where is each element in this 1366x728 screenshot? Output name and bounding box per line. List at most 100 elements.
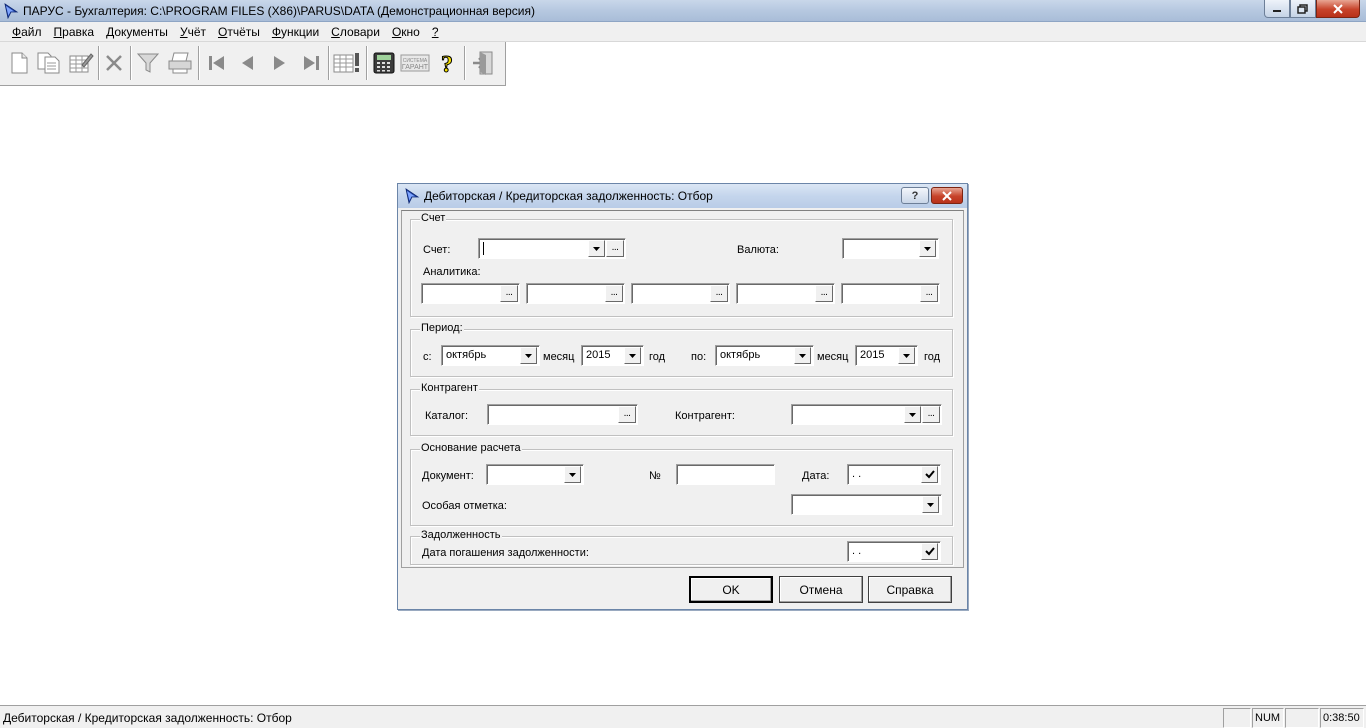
basis-group-legend: Основание расчета [420, 442, 522, 454]
analytics-field-2[interactable]: ... [526, 283, 625, 304]
account-browse-button[interactable]: ... [606, 240, 624, 257]
special-mark-select[interactable] [791, 494, 942, 515]
filter-button[interactable] [133, 46, 163, 80]
status-bar: Дебиторская / Кредиторская задолженность… [0, 705, 1366, 728]
repay-date-field[interactable]: . . [847, 541, 941, 562]
help-dialog-button[interactable]: Справка [868, 576, 952, 603]
print-button[interactable] [165, 46, 195, 80]
exit-icon [473, 51, 493, 75]
special-mark-dropdown-button[interactable] [922, 496, 939, 513]
analytics-field-1[interactable]: ... [421, 283, 520, 304]
print-icon [168, 52, 192, 74]
table-alert-button[interactable] [332, 46, 362, 80]
garant-button[interactable]: СИСТЕМА ГАРАНТ [400, 46, 430, 80]
help-icon: ? [441, 52, 454, 77]
menu-accounting[interactable]: Учёт [174, 25, 212, 39]
maximize-icon [1297, 3, 1308, 14]
chevron-down-icon [927, 502, 934, 507]
analytics-field-3[interactable]: ... [631, 283, 730, 304]
delete-button[interactable] [99, 46, 129, 80]
close-button[interactable] [1316, 0, 1360, 18]
account-field[interactable]: ... [478, 238, 626, 259]
menu-reports[interactable]: Отчёты [212, 25, 266, 39]
chevron-down-icon [799, 353, 806, 358]
maximize-button[interactable] [1290, 0, 1316, 18]
analytics-2-browse-button[interactable]: ... [605, 285, 623, 302]
new-doc-icon [11, 52, 28, 74]
basis-group: Основание расчета Документ: № Дата: . . … [410, 442, 953, 526]
menu-bar: Файл Правка Документы Учёт Отчёты Функци… [0, 22, 1366, 42]
next-record-icon [274, 56, 285, 70]
copy-document-button[interactable] [34, 46, 64, 80]
close-icon [942, 190, 952, 201]
document-dropdown-button[interactable] [564, 466, 581, 483]
analytics-field-4[interactable]: ... [736, 283, 835, 304]
menu-file[interactable]: Файл [6, 25, 48, 39]
svg-text:?: ? [441, 52, 453, 76]
chevron-down-icon [593, 246, 600, 251]
period-group: Период: с: октябрь месяц 2015 год по: ок… [410, 322, 953, 377]
catalog-field[interactable]: ... [487, 404, 638, 425]
counterparty-browse-button[interactable]: ... [922, 406, 940, 423]
menu-functions[interactable]: Функции [266, 25, 325, 39]
date-field[interactable]: . . [847, 464, 941, 485]
menu-window[interactable]: Окно [386, 25, 426, 39]
from-month-dropdown-button[interactable] [520, 347, 537, 364]
number-label: № [649, 470, 661, 482]
period-to-year-select[interactable]: 2015 [855, 345, 918, 366]
cancel-button[interactable]: Отмена [779, 576, 863, 603]
period-to-month-select[interactable]: октябрь [715, 345, 814, 366]
menu-dictionaries[interactable]: Словари [325, 25, 386, 39]
minimize-button[interactable] [1264, 0, 1290, 18]
currency-label: Валюта: [737, 244, 779, 256]
period-from-year-label: год [649, 351, 666, 363]
from-year-dropdown-button[interactable] [624, 347, 641, 364]
currency-field[interactable] [842, 238, 939, 259]
repay-date-label: Дата погашения задолженности: [422, 547, 589, 559]
menu-help[interactable]: ? [426, 25, 445, 39]
chevron-down-icon [924, 246, 931, 251]
number-field[interactable] [676, 464, 775, 485]
document-select[interactable] [486, 464, 584, 485]
period-from-month-select[interactable]: октябрь [441, 345, 540, 366]
period-from-label: с: [423, 351, 432, 363]
document-label: Документ: [422, 470, 474, 482]
analytics-5-browse-button[interactable]: ... [920, 285, 938, 302]
prev-record-button[interactable] [233, 46, 263, 80]
table-alert-icon [333, 53, 359, 73]
last-record-button[interactable] [296, 46, 326, 80]
repay-date-picker-button[interactable] [921, 543, 938, 560]
status-text: Дебиторская / Кредиторская задолженность… [3, 711, 292, 725]
period-from-year-select[interactable]: 2015 [581, 345, 644, 366]
dialog-help-button[interactable]: ? [901, 187, 929, 204]
calculator-button[interactable] [369, 46, 399, 80]
dialog-close-button[interactable] [931, 187, 963, 204]
date-picker-button[interactable] [921, 466, 938, 483]
chevron-down-icon [909, 412, 916, 417]
menu-edit[interactable]: Правка [48, 25, 101, 39]
prev-record-icon [242, 56, 253, 70]
analytics-3-browse-button[interactable]: ... [710, 285, 728, 302]
to-month-dropdown-button[interactable] [794, 347, 811, 364]
menu-documents[interactable]: Документы [100, 25, 174, 39]
counterparty-field[interactable]: ... [791, 404, 942, 425]
analytics-4-browse-button[interactable]: ... [815, 285, 833, 302]
catalog-browse-button[interactable]: ... [618, 406, 636, 423]
close-icon [1333, 3, 1343, 14]
first-record-button[interactable] [202, 46, 232, 80]
exit-button[interactable] [468, 46, 498, 80]
ok-button[interactable]: OK [689, 576, 773, 603]
analytics-field-5[interactable]: ... [841, 283, 940, 304]
counterparty-dropdown-button[interactable] [904, 406, 921, 423]
currency-dropdown-button[interactable] [919, 240, 936, 257]
account-dropdown-button[interactable] [588, 240, 605, 257]
minimize-icon [1273, 9, 1281, 12]
next-record-button[interactable] [264, 46, 294, 80]
status-panel-caps [1223, 708, 1251, 728]
new-document-button[interactable] [4, 46, 34, 80]
status-panel-time: 0:38:50 [1320, 708, 1364, 728]
help-button[interactable]: ? [432, 46, 462, 80]
edit-document-button[interactable] [66, 46, 96, 80]
analytics-1-browse-button[interactable]: ... [500, 285, 518, 302]
to-year-dropdown-button[interactable] [898, 347, 915, 364]
